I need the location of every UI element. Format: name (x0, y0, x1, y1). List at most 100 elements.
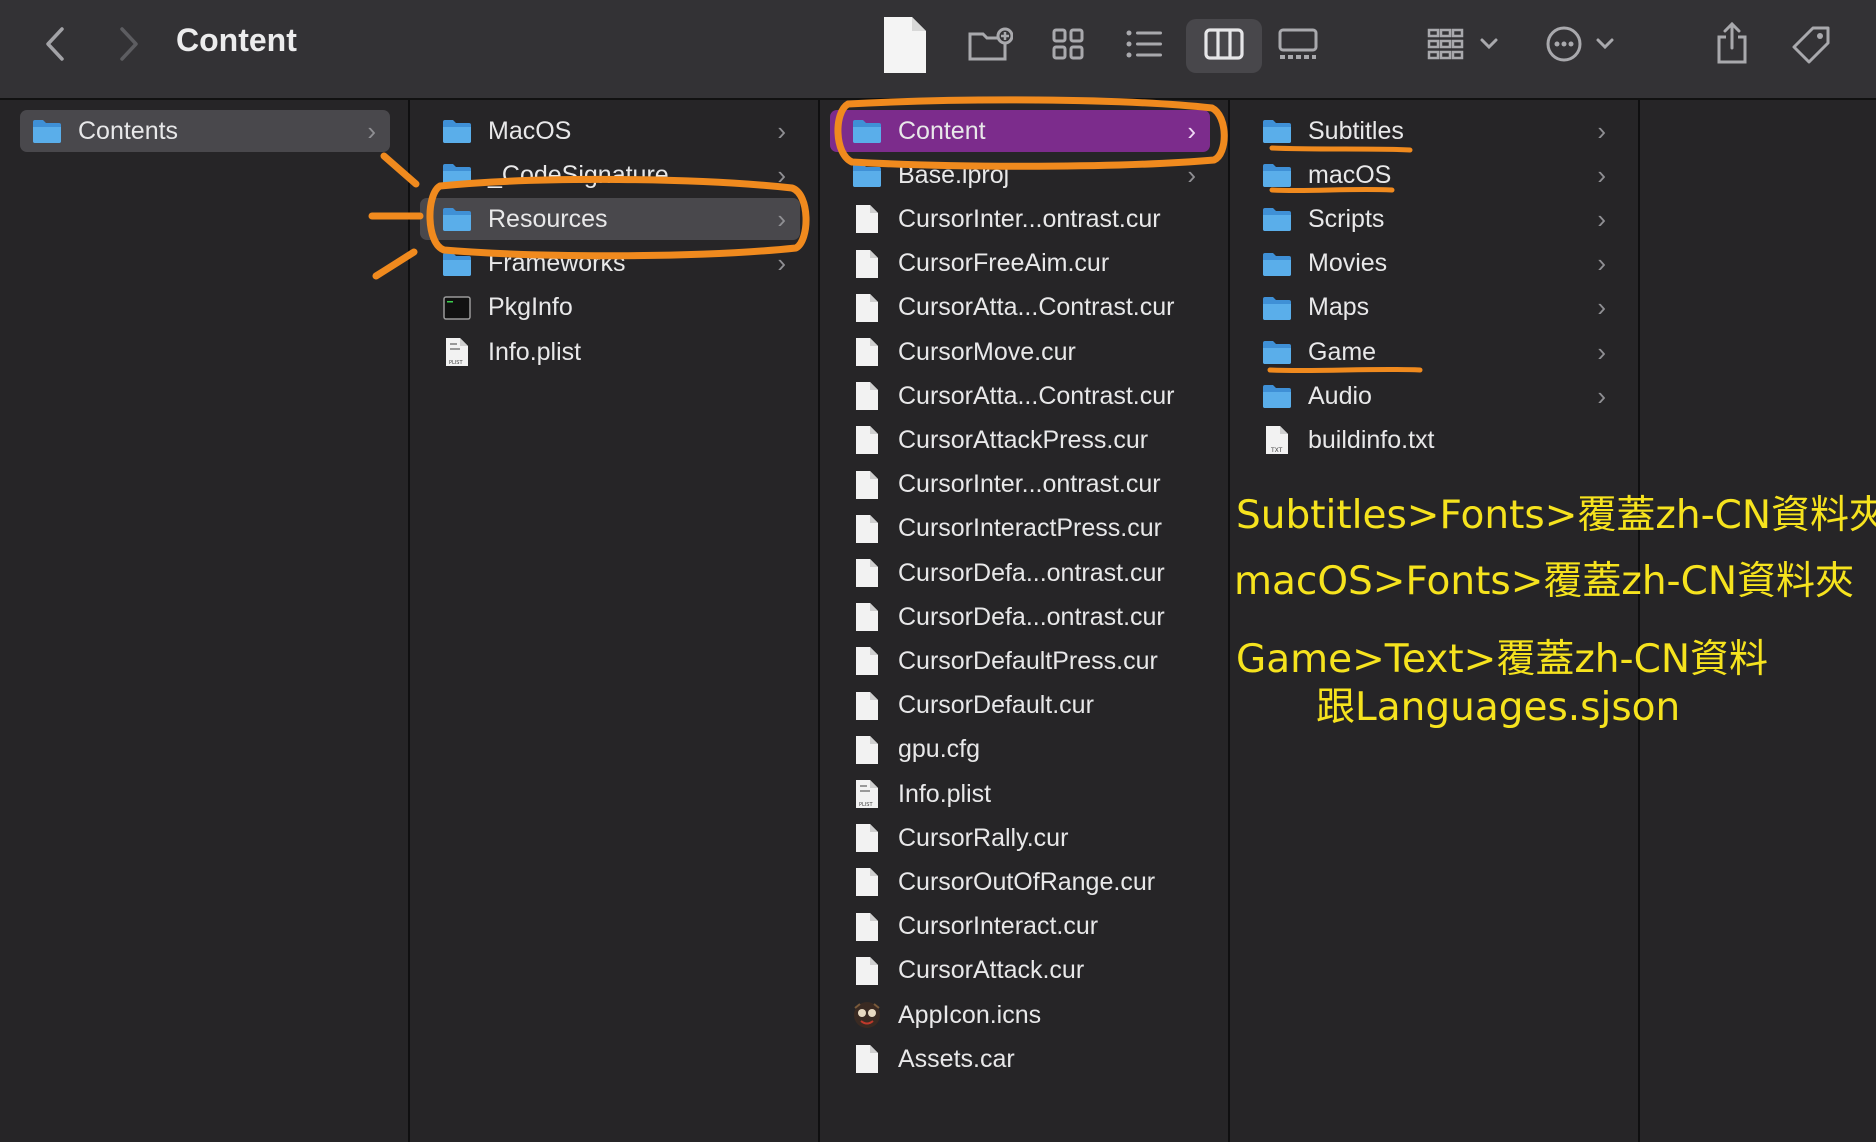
list-item[interactable]: CursorDefault.cur (830, 685, 1210, 727)
list-item[interactable]: Maps › (1240, 287, 1620, 329)
list-item[interactable]: PLIST Info.plist (420, 331, 800, 373)
folder-icon (442, 116, 472, 146)
list-item[interactable]: Game › (1240, 331, 1620, 373)
column-5[interactable] (1640, 100, 1876, 1142)
chevron-right-icon: › (777, 115, 786, 146)
list-item[interactable]: macOS › (1240, 154, 1620, 196)
chevron-down-icon[interactable] (1594, 34, 1616, 54)
grid-view-icon[interactable] (1050, 26, 1086, 62)
item-label: AppIcon.icns (898, 1000, 1042, 1029)
item-label: CursorAttackPress.cur (898, 425, 1149, 454)
list-item[interactable]: AppIcon.icns (830, 994, 1210, 1036)
list-item[interactable]: CursorAtta...Contrast.cur (830, 375, 1210, 417)
back-icon[interactable] (40, 24, 70, 64)
list-item[interactable]: Subtitles › (1240, 110, 1620, 152)
file-icon (852, 381, 882, 411)
list-item[interactable]: CursorAtta...Contrast.cur (830, 287, 1210, 329)
list-item[interactable]: gpu.cfg (830, 729, 1210, 771)
item-label: Resources (488, 204, 608, 233)
chevron-right-icon: › (1187, 115, 1196, 146)
folder-icon (1262, 116, 1292, 146)
item-label: CursorRally.cur (898, 823, 1069, 852)
file-icon (852, 425, 882, 455)
window-title: Content (176, 22, 297, 58)
list-item[interactable]: MacOS › (420, 110, 800, 152)
item-label: Subtitles (1308, 116, 1404, 145)
list-item[interactable]: Frameworks › (420, 243, 800, 285)
file-icon (852, 823, 882, 853)
group-icon[interactable] (1426, 26, 1466, 62)
list-item[interactable]: Movies › (1240, 243, 1620, 285)
list-item[interactable]: Contents › (20, 110, 390, 152)
item-label: PkgInfo (488, 293, 573, 322)
column-3[interactable]: Content › Base.lproj › CursorInter...ontrast… (820, 100, 1230, 1142)
share-icon[interactable] (1714, 20, 1750, 66)
list-item[interactable]: PkgInfo (420, 287, 800, 329)
list-item[interactable]: Assets.car (830, 1038, 1210, 1080)
list-item[interactable]: Audio › (1240, 375, 1620, 417)
list-item[interactable]: Base.lproj › (830, 154, 1210, 196)
item-label: CursorInteract.cur (898, 912, 1099, 941)
list-item[interactable]: CursorInter...ontrast.cur (830, 198, 1210, 240)
tag-icon[interactable] (1790, 24, 1832, 66)
list-item[interactable]: _CodeSignature › (420, 154, 800, 196)
file-icon (852, 912, 882, 942)
file-icon (852, 691, 882, 721)
item-label: Scripts (1308, 204, 1385, 233)
folder-icon (1262, 381, 1292, 411)
list-item[interactable]: CursorMove.cur (830, 331, 1210, 373)
plist-icon: PLIST (442, 337, 472, 367)
chevron-right-icon: › (777, 248, 786, 279)
file-icon (880, 14, 930, 76)
item-label: CursorFreeAim.cur (898, 249, 1110, 278)
column-view-icon[interactable] (1202, 26, 1246, 62)
folder-icon (32, 116, 62, 146)
list-item[interactable]: CursorAttackPress.cur (830, 419, 1210, 461)
exec-icon (442, 293, 472, 323)
item-label: CursorDefault.cur (898, 691, 1094, 720)
file-icon (852, 204, 882, 234)
gallery-view-icon[interactable] (1276, 26, 1320, 62)
chevron-right-icon: › (1597, 380, 1606, 411)
list-item[interactable]: CursorOutOfRange.cur (830, 861, 1210, 903)
appicon-icon (852, 1000, 882, 1030)
list-item[interactable]: CursorInteract.cur (830, 906, 1210, 948)
list-item[interactable]: CursorAttack.cur (830, 950, 1210, 992)
list-item[interactable]: Scripts › (1240, 198, 1620, 240)
forward-icon[interactable] (114, 24, 144, 64)
list-item[interactable]: CursorDefaultPress.cur (830, 640, 1210, 682)
item-label: _CodeSignature (488, 160, 669, 189)
new-folder-icon[interactable] (966, 24, 1014, 64)
item-label: macOS (1308, 160, 1392, 189)
note-languages: 跟Languages.sjson (1316, 685, 1681, 730)
list-item[interactable]: CursorRally.cur (830, 817, 1210, 859)
item-label: CursorInter...ontrast.cur (898, 204, 1161, 233)
file-icon (852, 602, 882, 632)
list-item[interactable]: TXT buildinfo.txt (1240, 419, 1620, 461)
list-view-icon[interactable] (1124, 28, 1164, 60)
list-item[interactable]: Resources › (420, 198, 800, 241)
folder-icon (1262, 337, 1292, 367)
item-label: CursorDefaultPress.cur (898, 646, 1158, 675)
item-label: CursorOutOfRange.cur (898, 867, 1156, 896)
file-icon (852, 867, 882, 897)
column-4[interactable]: Subtitles › macOS › Scripts › Movies › Maps › Game… (1230, 100, 1640, 1142)
list-item[interactable]: CursorInter...ontrast.cur (830, 464, 1210, 506)
column-2[interactable]: MacOS › _CodeSignature › Resources › Framework… (410, 100, 820, 1142)
list-item[interactable]: CursorDefa...ontrast.cur (830, 552, 1210, 594)
more-icon[interactable] (1544, 24, 1584, 64)
list-item[interactable]: CursorDefa...ontrast.cur (830, 596, 1210, 638)
folder-icon (442, 204, 472, 234)
chevron-down-icon[interactable] (1478, 34, 1500, 54)
list-item[interactable]: CursorInteractPress.cur (830, 508, 1210, 550)
chevron-right-icon: › (1597, 248, 1606, 279)
column-1[interactable]: Contents › (0, 100, 410, 1142)
list-item[interactable]: CursorFreeAim.cur (830, 243, 1210, 285)
item-label: Info.plist (488, 337, 582, 366)
file-icon (852, 646, 882, 676)
folder-icon (852, 160, 882, 190)
list-item[interactable]: Content › (830, 110, 1210, 152)
svg-text:PLIST: PLIST (449, 360, 463, 366)
chevron-right-icon: › (1597, 115, 1606, 146)
list-item[interactable]: PLIST Info.plist (830, 773, 1210, 815)
